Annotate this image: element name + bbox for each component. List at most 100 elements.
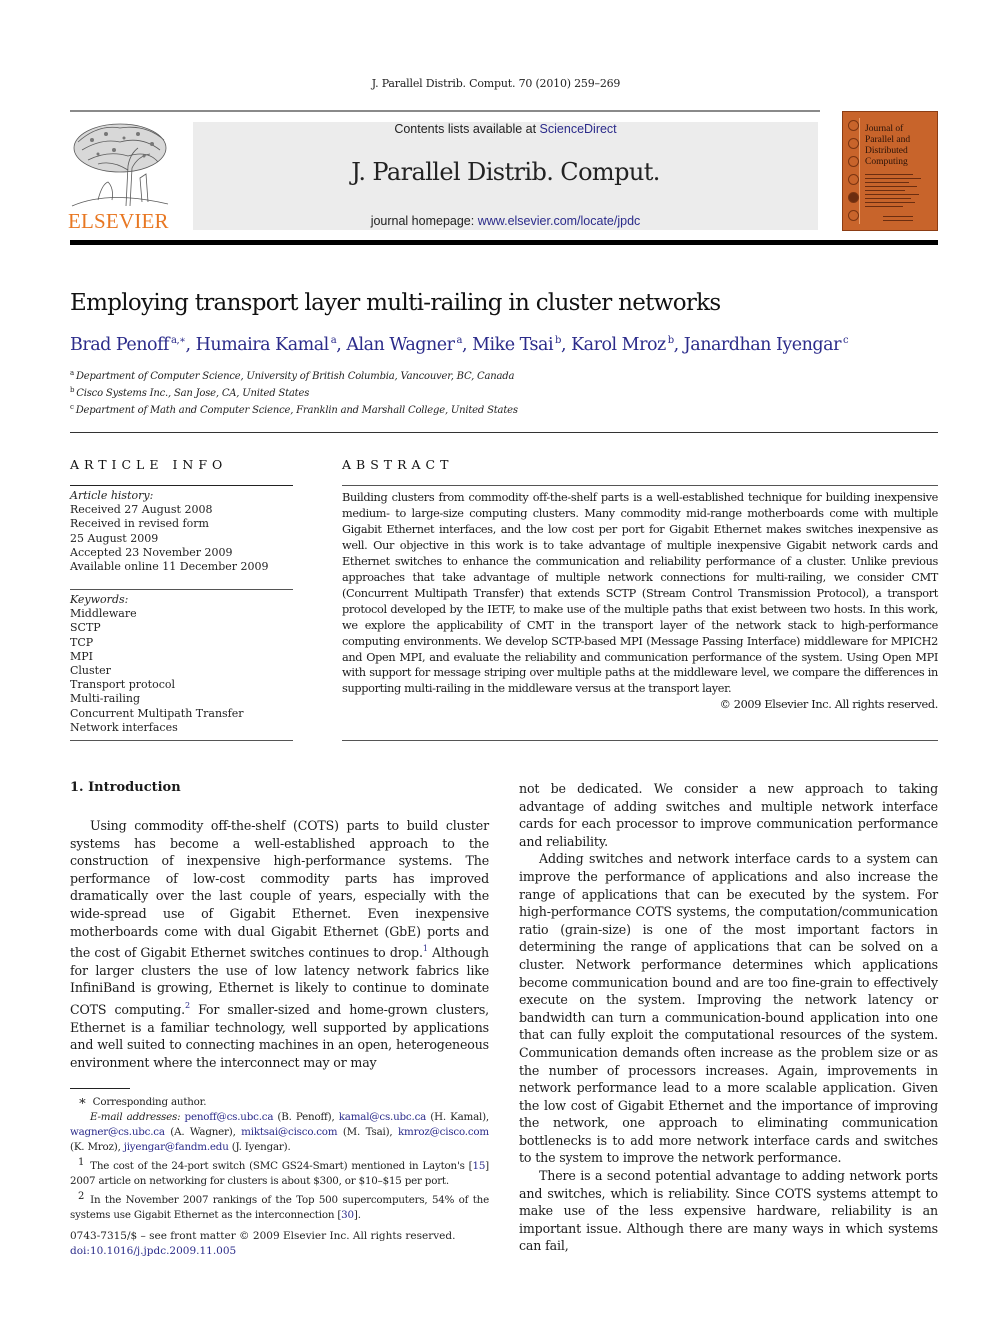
sciencedirect-link[interactable]: ScienceDirect (540, 122, 617, 136)
homepage-prefix: journal homepage: (370, 214, 478, 228)
keywords: Keywords: Middleware SCTP TCP MPI Cluste… (70, 593, 293, 735)
email-link[interactable]: miktsai@cisco.com (241, 1126, 337, 1138)
paragraph: Adding switches and network interface ca… (519, 851, 938, 1166)
journal-name: J. Parallel Distrib. Comput. (351, 158, 660, 186)
section-heading-introduction: 1. Introduction (70, 780, 181, 795)
author-affil-mark: a,∗ (171, 335, 186, 346)
author-name[interactable]: Karol Mroz (571, 335, 666, 355)
author-name[interactable]: Alan Wagner (346, 335, 455, 355)
footnote-text: Corresponding author. (92, 1096, 207, 1108)
email-owner: (K. Mroz), (70, 1141, 124, 1153)
paragraph-text: Using commodity off-the-shelf (COTS) par… (70, 818, 489, 961)
elsevier-tree-icon (68, 120, 172, 208)
issn-line: 0743-7315/$ – see front matter © 2009 El… (70, 1230, 456, 1242)
article-info-bottom-rule (70, 740, 293, 741)
body-column-right: not be dedicated. We consider a new appr… (519, 780, 938, 1255)
keyword: MPI (70, 649, 94, 663)
history-item: 25 August 2009 (70, 531, 159, 545)
keyword: Middleware (70, 607, 137, 621)
footnote-1: 1 The cost of the 24-port switch (SMC GS2… (70, 1155, 489, 1189)
history-item: Available online 11 December 2009 (70, 560, 269, 574)
author-affil-mark: b (555, 335, 561, 346)
affiliation: c Department of Math and Computer Science… (70, 403, 518, 416)
abstract: Building clusters from commodity off-the… (342, 490, 938, 713)
affiliation-mark: a (70, 369, 74, 377)
article-title: Employing transport layer multi-railing … (70, 290, 721, 316)
citation-link[interactable]: 15 (472, 1160, 485, 1172)
affiliation-text: Department of Math and Computer Science,… (75, 405, 518, 416)
history-item: Received in revised form (70, 517, 209, 531)
paragraph: Using commodity off-the-shelf (COTS) par… (70, 817, 489, 1071)
cover-spine-line (859, 118, 860, 224)
footnotes: ∗ Corresponding author. E-mail addresses:… (70, 1094, 489, 1223)
article-info-rule (70, 485, 293, 486)
author-affil-mark: a (330, 335, 337, 346)
citation-link[interactable]: 30 (341, 1209, 354, 1221)
publisher-wordmark: ELSEVIER (68, 209, 169, 233)
abstract-rule (342, 485, 938, 486)
footnote-emails: E-mail addresses: penoff@cs.ubc.ca (B. P… (70, 1110, 489, 1155)
footnote-corresponding: ∗ Corresponding author. (70, 1094, 489, 1110)
footnote-text: The cost of the 24-port switch (SMC GS24… (90, 1160, 473, 1172)
author-affil-mark: b (667, 335, 674, 346)
cover-title-line: Parallel and (865, 135, 911, 145)
affiliation-mark: b (70, 386, 75, 394)
contents-prefix: Contents lists available at (394, 122, 540, 136)
author-name[interactable]: Mike Tsai (472, 335, 553, 355)
keywords-label: Keywords: (70, 593, 129, 606)
footnote-mark: ∗ (78, 1094, 87, 1109)
email-link[interactable]: wagner@cs.ubc.ca (70, 1126, 165, 1138)
footnote-text: In the November 2007 rankings of the Top… (70, 1194, 489, 1221)
affiliation: b Cisco Systems Inc., San Jose, CA, Unite… (70, 386, 309, 399)
author-affil-mark: c (842, 335, 849, 346)
footnote-rule (70, 1088, 130, 1089)
email-owner: (A. Wagner), (164, 1126, 242, 1138)
journal-masthead: Contents lists available at ScienceDirec… (193, 122, 818, 230)
email-link[interactable]: jiyengar@fandm.edu (124, 1141, 229, 1153)
section-rule (70, 432, 938, 433)
journal-homepage-link[interactable]: www.elsevier.com/locate/jpdc (478, 214, 641, 228)
keyword: Concurrent Multipath Transfer (70, 706, 244, 720)
abstract-bottom-rule (342, 740, 938, 741)
front-matter: 0743-7315/$ – see front matter © 2009 El… (70, 1229, 455, 1259)
abstract-body: Building clusters from commodity off-the… (342, 491, 938, 696)
affiliation-text: Cisco Systems Inc., San Jose, CA, United… (76, 388, 310, 399)
keyword: Multi-railing (70, 692, 141, 706)
keyword: Network interfaces (70, 720, 178, 734)
abstract-heading: ABSTRACT (342, 457, 454, 472)
article-history-label: Article history: (70, 489, 154, 502)
history-item: Accepted 23 November 2009 (70, 545, 233, 559)
affiliation: a Department of Computer Science, Univers… (70, 369, 514, 382)
email-owner: (B. Penoff), (273, 1111, 339, 1123)
doi-link[interactable]: doi:10.1016/j.jpdc.2009.11.005 (70, 1244, 455, 1259)
keywords-rule (70, 589, 293, 590)
author-name[interactable]: Janardhan Iyengar (684, 335, 842, 355)
email-link[interactable]: penoff@cs.ubc.ca (185, 1111, 274, 1123)
article-info-heading: ARTICLE INFO (70, 457, 228, 472)
email-link[interactable]: kamal@cs.ubc.ca (339, 1111, 427, 1123)
author-name[interactable]: Humaira Kamal (196, 335, 330, 355)
cover-title-line: Journal of (865, 124, 904, 134)
keyword: Cluster (70, 664, 111, 678)
contents-line: Contents lists available at ScienceDirec… (193, 122, 818, 136)
keyword: SCTP (70, 621, 101, 635)
publisher-logo[interactable]: ELSEVIER (68, 120, 172, 232)
email-owner: (M. Tsai), (337, 1126, 399, 1138)
author-affil-mark: a (456, 335, 462, 346)
email-label: E-mail addresses: (90, 1111, 181, 1123)
body-column-left: Using commodity off-the-shelf (COTS) par… (70, 817, 489, 1071)
cover-title: Journal of Parallel and Distributed Comp… (865, 124, 910, 168)
homepage-line: journal homepage: www.elsevier.com/locat… (193, 214, 818, 228)
email-link[interactable]: kmroz@cisco.com (398, 1126, 489, 1138)
footnote-mark: 2 (78, 1191, 85, 1202)
running-head: J. Parallel Distrib. Comput. 70 (2010) 2… (371, 77, 621, 90)
history-item: Received 27 August 2008 (70, 503, 213, 517)
footnote-2: 2 In the November 2007 rankings of the To… (70, 1189, 489, 1223)
abstract-copyright: © 2009 Elsevier Inc. All rights reserved… (719, 698, 939, 712)
author-name[interactable]: Brad Penoff (70, 335, 170, 355)
author-list: Brad Penoff a,∗, Humaira Kamal a, Alan Wag… (70, 335, 849, 355)
affiliation-text: Department of Computer Science, Universi… (75, 371, 515, 382)
journal-cover-thumbnail[interactable]: Journal of Parallel and Distributed Comp… (842, 111, 938, 231)
keyword: TCP (70, 635, 94, 649)
cover-title-line: Distributed (865, 146, 908, 156)
